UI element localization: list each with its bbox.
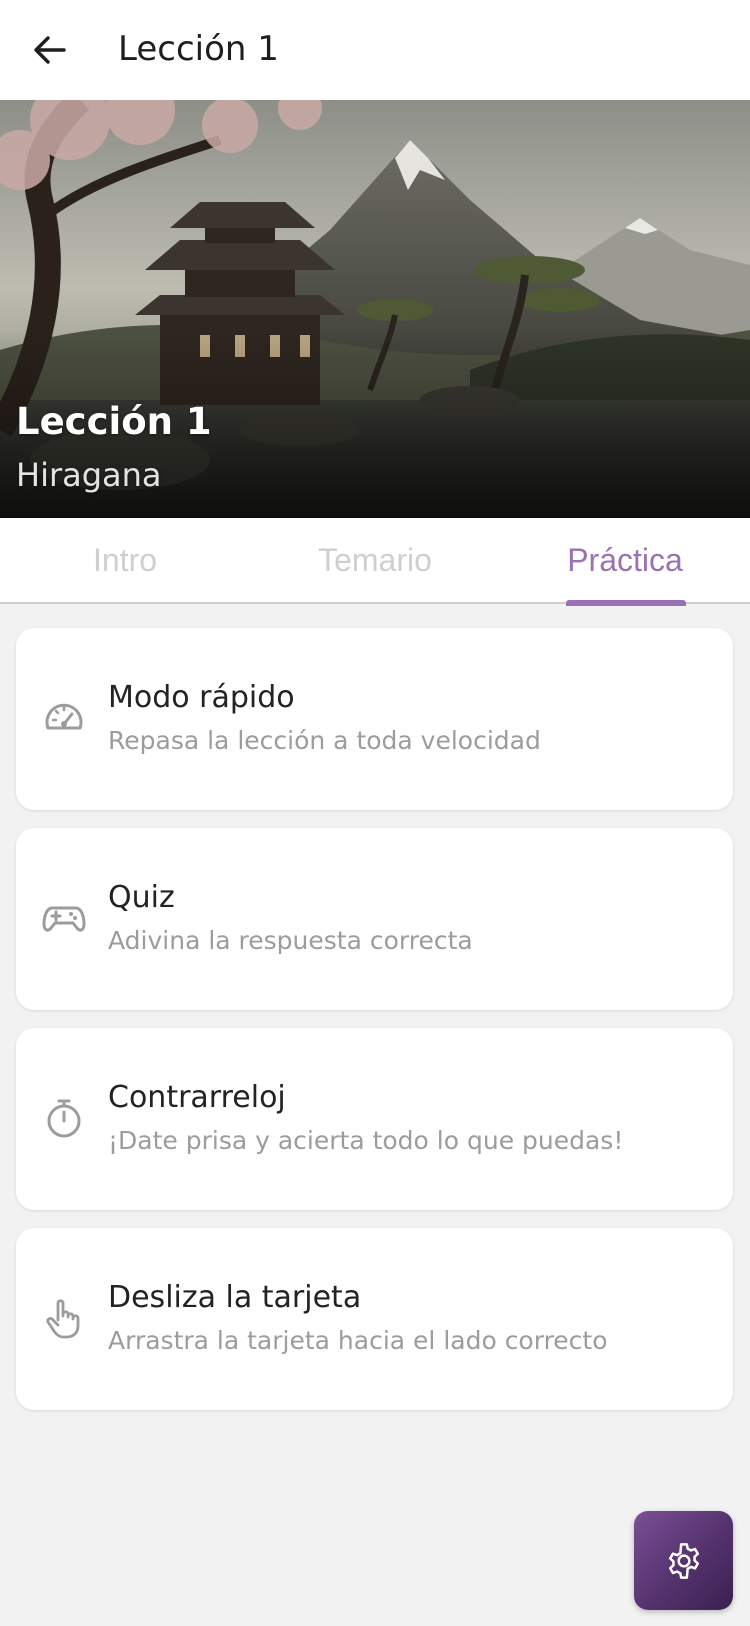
practice-mode-card-swipe[interactable]: Desliza la tarjeta Arrastra la tarjeta h… bbox=[16, 1228, 733, 1410]
tab-practica[interactable]: Práctica bbox=[500, 518, 750, 602]
card-title: Desliza la tarjeta bbox=[108, 1280, 362, 1315]
card-description: Adivina la respuesta correcta bbox=[108, 926, 473, 955]
card-title: Contrarreloj bbox=[108, 1080, 286, 1115]
arrow-left-icon bbox=[34, 36, 66, 64]
card-title: Quiz bbox=[108, 880, 175, 915]
settings-button[interactable] bbox=[634, 1511, 733, 1610]
card-description: Repasa la lección a toda velocidad bbox=[108, 726, 541, 755]
gamepad-icon bbox=[42, 906, 86, 932]
card-title: Modo rápido bbox=[108, 680, 295, 715]
lesson-hero-image: Lección 1 Hiragana bbox=[0, 100, 750, 518]
practice-mode-card-quiz[interactable]: Quiz Adivina la respuesta correcta bbox=[16, 828, 733, 1010]
tab-bar: Intro Temario Práctica bbox=[0, 518, 750, 606]
practice-mode-card-time-attack[interactable]: Contrarreloj ¡Date prisa y acierta todo … bbox=[16, 1028, 733, 1210]
active-tab-indicator bbox=[566, 600, 686, 606]
tab-intro[interactable]: Intro bbox=[0, 518, 250, 602]
card-description: Arrastra la tarjeta hacia el lado correc… bbox=[108, 1326, 608, 1355]
hero-lesson-subtitle: Hiragana bbox=[16, 456, 162, 494]
practice-mode-card-fast[interactable]: Modo rápido Repasa la lección a toda vel… bbox=[16, 628, 733, 810]
speedometer-icon bbox=[45, 703, 83, 730]
gear-icon bbox=[668, 1542, 699, 1579]
hero-lesson-title: Lección 1 bbox=[16, 400, 212, 443]
app-bar: Lección 1 bbox=[0, 0, 750, 100]
stopwatch-icon bbox=[47, 1099, 81, 1138]
card-description: ¡Date prisa y acierta todo lo que puedas… bbox=[108, 1126, 624, 1155]
back-button[interactable] bbox=[18, 18, 82, 82]
hand-pointer-icon bbox=[46, 1299, 80, 1339]
page-title: Lección 1 bbox=[118, 29, 279, 69]
tab-temario[interactable]: Temario bbox=[250, 518, 500, 602]
